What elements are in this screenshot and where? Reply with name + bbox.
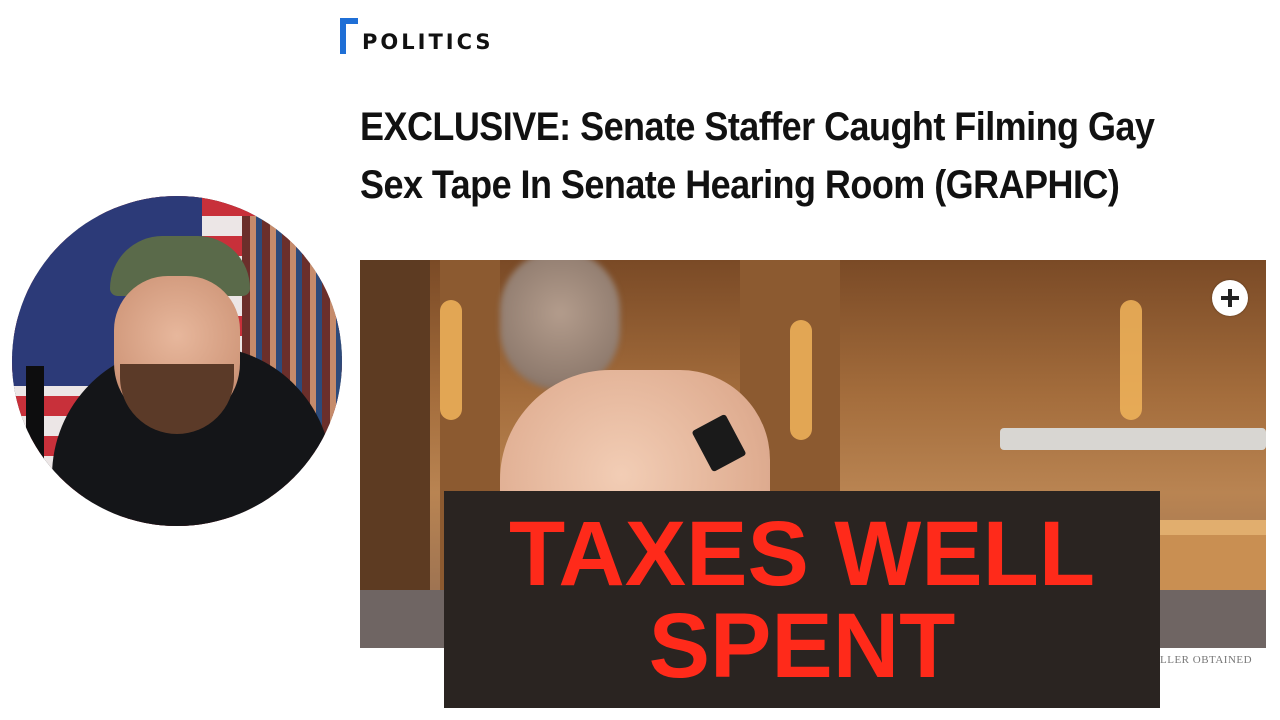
hero-lamp xyxy=(1120,300,1142,420)
caption-line-1: TAXES WELL xyxy=(508,502,1096,605)
headline-line-2: Sex Tape In Senate Hearing Room (GRAPHIC… xyxy=(360,163,1120,207)
host-avatar xyxy=(12,196,342,526)
plus-circle-icon[interactable] xyxy=(1212,280,1248,316)
hero-lamp xyxy=(440,300,462,420)
hero-chairs xyxy=(1000,428,1266,450)
caption-line-2: SPENT xyxy=(648,594,956,697)
article-headline[interactable]: EXCLUSIVE: Senate Staffer Caught Filming… xyxy=(360,98,1170,214)
headline-line-1: EXCLUSIVE: Senate Staffer Caught Filming… xyxy=(360,105,1155,149)
caption-text: TAXES WELL SPENT xyxy=(444,491,1160,708)
hero-lamp xyxy=(790,320,812,440)
image-credit: LLER OBTAINED xyxy=(1160,654,1253,666)
section-bracket-icon xyxy=(340,18,358,54)
section-tag[interactable]: POLITICS xyxy=(340,18,494,54)
mic-stand xyxy=(26,366,44,526)
section-label: POLITICS xyxy=(362,30,494,54)
caption-banner: TAXES WELL SPENT xyxy=(444,491,1160,708)
